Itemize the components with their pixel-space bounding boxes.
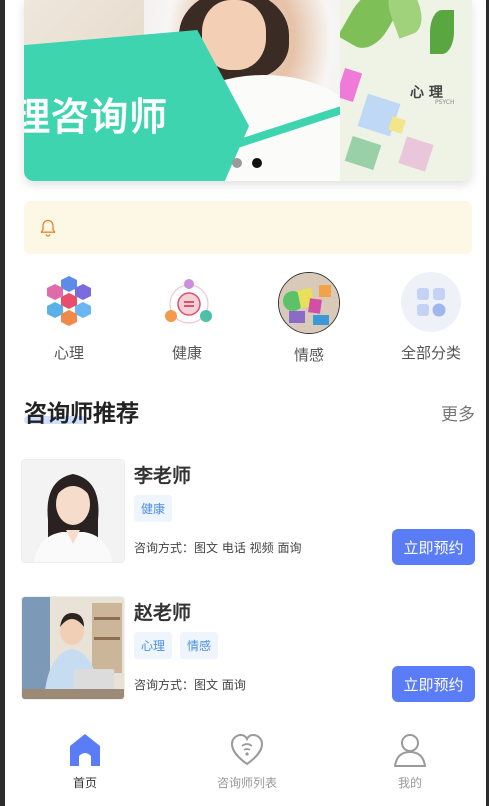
category-label: 情感: [293, 346, 324, 364]
category-label: 全部分类: [400, 344, 461, 362]
bell-icon: [40, 219, 56, 237]
book-now-button[interactable]: 立即预约: [392, 529, 475, 565]
counselor-list-icon: [230, 733, 264, 766]
tab-label: 我的: [397, 776, 422, 790]
tab-home[interactable]: 首页: [15, 732, 155, 791]
category-psychology[interactable]: 心理: [24, 272, 114, 363]
category-health[interactable]: 健康: [142, 272, 232, 363]
category-all[interactable]: 全部分类: [386, 272, 476, 363]
counselor-tags: 健康: [134, 495, 173, 522]
book-now-button[interactable]: 立即预约: [392, 666, 475, 702]
counselor-avatar: [21, 459, 125, 563]
tab-label: 首页: [72, 776, 97, 790]
psychology-hexagons-icon: [39, 272, 99, 332]
leaf-decoration: [430, 10, 454, 54]
consult-method: 咨询方式：图文 面询: [134, 678, 246, 692]
device-frame-left: [0, 0, 5, 806]
more-link[interactable]: 更多: [441, 400, 475, 425]
tab-mine[interactable]: 我的: [340, 732, 480, 791]
section-title: 咨询师推荐: [24, 401, 139, 427]
tab-counselor-list[interactable]: 咨询师列表: [177, 732, 317, 791]
category-emotion[interactable]: 情感: [264, 272, 354, 365]
decor-square: [340, 67, 363, 103]
grid-apps-icon: [401, 272, 461, 332]
decor-square: [344, 136, 382, 170]
counselor-name: 赵老师: [134, 602, 192, 624]
counselor-name: 李老师: [134, 465, 192, 487]
bottom-tab-bar: 首页 咨询师列表 我的: [5, 722, 486, 806]
counselor-avatar: [21, 596, 125, 700]
tab-label: 咨询师列表: [216, 776, 277, 790]
carousel-indicator: [232, 158, 262, 168]
category-label: 健康: [171, 344, 202, 362]
counselor-tag: 健康: [134, 495, 173, 522]
emotion-photo-icon: [278, 272, 340, 334]
counselor-tag: 心理: [134, 632, 173, 659]
counselor-card[interactable]: 李老师 健康 咨询方式：图文 电话 视频 面询 立即预约: [21, 459, 476, 565]
banner-slide2-subcaption: PSYCH: [435, 99, 455, 106]
category-grid: 心理 健康 情感 全部分类: [24, 272, 472, 364]
home-icon: [70, 734, 100, 766]
banner-slide-psychology[interactable]: 心 理 PSYCH: [340, 0, 472, 181]
decor-square: [398, 136, 434, 172]
category-label: 心理: [53, 344, 84, 362]
banner-caption: 理咨询师: [24, 95, 169, 139]
consult-method: 咨询方式：图文 电话 视频 面询: [134, 541, 302, 555]
carousel-dot-active[interactable]: [252, 158, 262, 168]
banner-carousel[interactable]: 理咨询师 心 理 PSYCH: [24, 0, 472, 181]
health-diagram-icon: [157, 272, 217, 332]
carousel-dot[interactable]: [232, 158, 242, 168]
notice-bar[interactable]: [24, 201, 472, 254]
user-icon: [394, 734, 426, 767]
banner-slide-counselor[interactable]: 理咨询师: [24, 0, 340, 181]
counselor-tags: 心理 情感: [134, 632, 219, 659]
counselor-card[interactable]: 赵老师 心理 情感 咨询方式：图文 面询 立即预约: [21, 596, 476, 702]
counselor-tag: 情感: [180, 632, 219, 659]
